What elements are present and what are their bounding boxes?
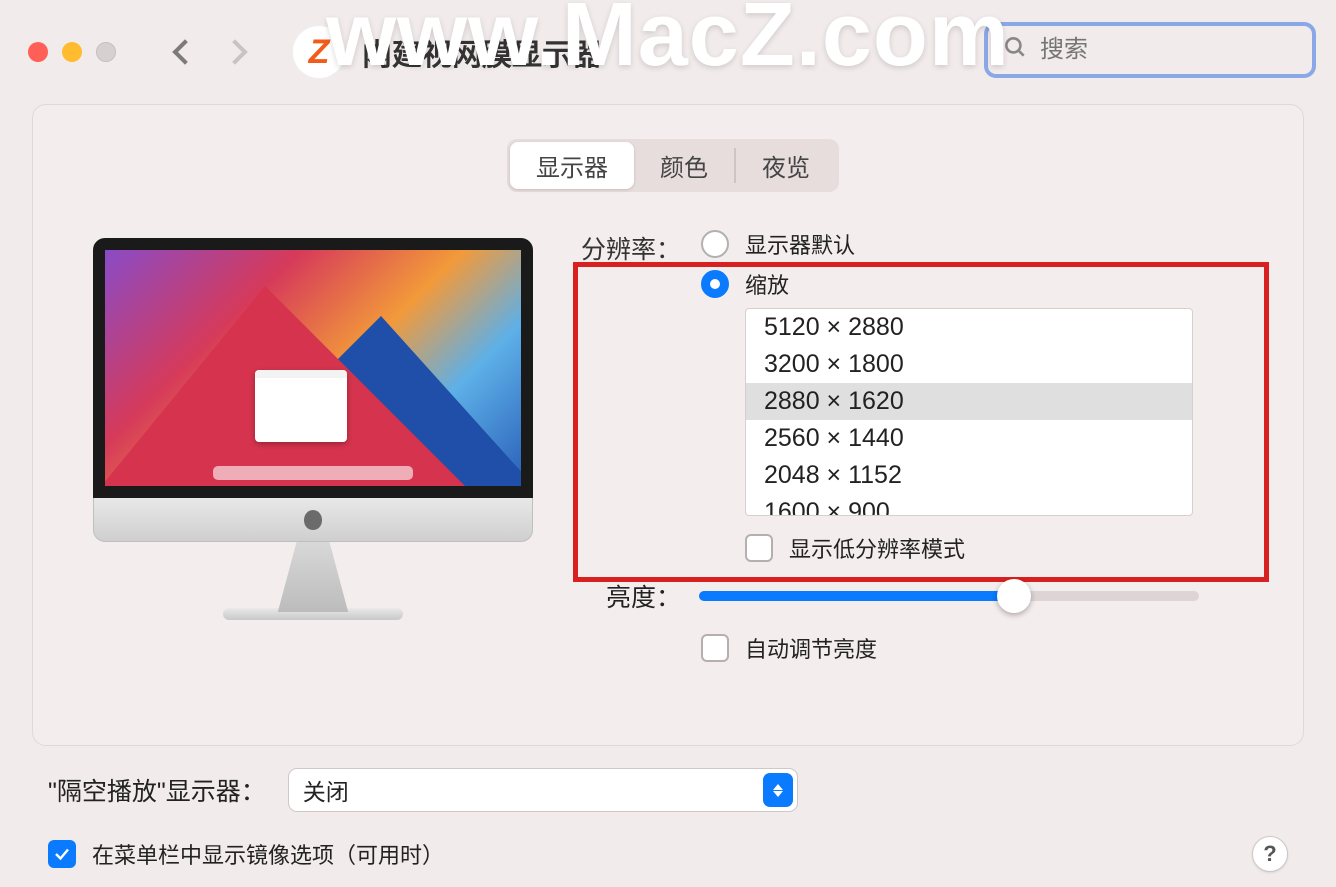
radio-default-resolution[interactable] (701, 230, 729, 258)
settings-panel: 显示器 颜色 夜览 (32, 104, 1304, 746)
resolution-list[interactable]: 5120 × 2880 3200 × 1800 2880 × 1620 2560… (745, 308, 1193, 516)
brightness-label: 亮度： (573, 578, 681, 614)
resolution-option[interactable]: 2048 × 1152 (746, 457, 1192, 494)
search-input[interactable] (1040, 36, 1336, 64)
zoom-button[interactable] (96, 42, 116, 62)
search-icon (1002, 34, 1028, 66)
radio-default-label: 显示器默认 (745, 228, 855, 260)
title-wrap: Z 内建视网膜显示器 (292, 25, 602, 79)
app-icon: Z (292, 25, 346, 79)
brightness-slider[interactable] (699, 591, 1199, 601)
resolution-option[interactable]: 2560 × 1440 (746, 420, 1192, 457)
help-button[interactable]: ? (1252, 836, 1288, 872)
auto-brightness-label: 自动调节亮度 (745, 632, 877, 664)
window-title: 内建视网膜显示器 (362, 30, 602, 74)
resolution-option[interactable]: 2880 × 1620 (746, 383, 1192, 420)
resolution-option[interactable]: 5120 × 2880 (746, 309, 1192, 346)
bottom-area: "隔空播放"显示器： 关闭 在菜单栏中显示镜像选项（可用时） ? (0, 746, 1336, 870)
tab-night-shift[interactable]: 夜览 (736, 142, 836, 189)
monitor-preview (83, 228, 543, 664)
minimize-button[interactable] (62, 42, 82, 62)
dropdown-arrows-icon (763, 773, 793, 807)
airplay-value: 关闭 (303, 773, 349, 807)
low-res-checkbox[interactable] (745, 534, 773, 562)
auto-brightness-checkbox[interactable] (701, 634, 729, 662)
tab-color[interactable]: 颜色 (634, 142, 734, 189)
settings-column: 分辨率： 显示器默认 缩放 5120 × 2880 3200 × 1800 (573, 228, 1263, 664)
close-button[interactable] (28, 42, 48, 62)
resolution-option[interactable]: 1600 × 900 (746, 494, 1192, 516)
slider-thumb[interactable] (997, 579, 1031, 613)
nav-arrows (176, 43, 244, 61)
search-box[interactable] (984, 22, 1316, 78)
airplay-dropdown[interactable]: 关闭 (288, 768, 798, 812)
resolution-option[interactable]: 3200 × 1800 (746, 346, 1192, 383)
preferences-window: Z 内建视网膜显示器 www.MacZ.com 显示器 颜色 夜览 (0, 0, 1336, 887)
back-button[interactable] (172, 39, 197, 64)
mirror-menu-label: 在菜单栏中显示镜像选项（可用时） (92, 838, 444, 870)
resolution-label: 分辨率： (573, 228, 681, 266)
tab-display[interactable]: 显示器 (510, 142, 634, 189)
low-res-label: 显示低分辨率模式 (789, 532, 965, 564)
titlebar: Z 内建视网膜显示器 (0, 0, 1336, 104)
mirror-menu-checkbox[interactable] (48, 840, 76, 868)
airplay-label: "隔空播放"显示器： (48, 772, 266, 808)
radio-scaled-label: 缩放 (745, 268, 789, 300)
radio-scaled-resolution[interactable] (701, 270, 729, 298)
segmented-tabs: 显示器 颜色 夜览 (83, 139, 1263, 192)
traffic-lights (28, 42, 116, 62)
apple-logo-icon (304, 510, 322, 530)
forward-button[interactable] (222, 39, 247, 64)
